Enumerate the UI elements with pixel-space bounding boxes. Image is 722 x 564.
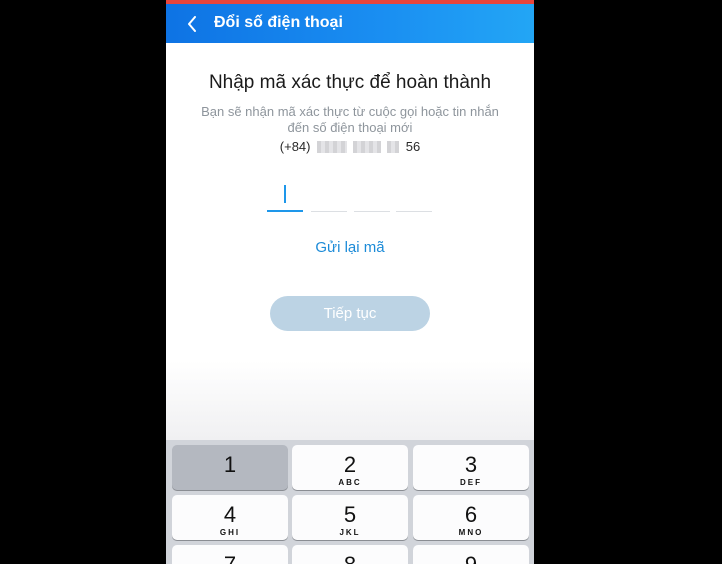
key-9[interactable]: 9: [413, 545, 529, 564]
continue-button[interactable]: Tiếp tục: [270, 296, 430, 331]
key-digit: 2: [343, 452, 357, 477]
key-digit: 3: [464, 452, 478, 477]
key-5[interactable]: 5 JKL: [292, 495, 408, 540]
key-digit: 8: [292, 545, 408, 564]
phone-prefix: (+84): [279, 139, 311, 155]
app-header: Đổi số điện thoại: [166, 4, 534, 43]
otp-cell-4[interactable]: [396, 181, 432, 212]
phone-suffix: 56: [405, 139, 421, 155]
numeric-keyboard: 1 2 ABC 3 DEF 4 GHI 5 JKL 6 MNO 7 8: [166, 440, 534, 564]
verification-content: Nhập mã xác thực để hoàn thành Bạn sẽ nh…: [166, 43, 534, 440]
key-letters: [172, 477, 288, 478]
key-1[interactable]: 1: [172, 445, 288, 490]
redacted-block: [353, 140, 382, 153]
otp-cell-1[interactable]: [267, 181, 303, 212]
key-digit: 6: [464, 502, 478, 527]
phone-number: (+84) 56: [166, 138, 534, 154]
verification-title: Nhập mã xác thực để hoàn thành: [208, 72, 492, 93]
key-digit: 1: [223, 452, 237, 477]
key-8[interactable]: 8: [292, 545, 408, 564]
key-letters: DEF: [460, 478, 482, 487]
subtitle-line-2: đến số điện thoại mới: [287, 120, 413, 135]
page-title: Đổi số điện thoại: [214, 14, 343, 31]
otp-input[interactable]: [267, 181, 437, 213]
resend-code-link[interactable]: Gửi lại mã: [166, 239, 534, 256]
redacted-block: [317, 140, 348, 153]
chevron-left-icon: [188, 16, 196, 32]
key-letters: GHI: [219, 528, 241, 537]
key-letters: JKL: [339, 528, 361, 537]
phone-screen: Đổi số điện thoại Nhập mã xác thực để ho…: [166, 0, 534, 564]
redacted-block: [387, 140, 400, 153]
key-digit: 7: [172, 545, 288, 564]
key-letters: ABC: [338, 478, 362, 487]
subtitle-line-1: Bạn sẽ nhận mã xác thực từ cuộc gọi hoặc…: [201, 104, 499, 119]
key-4[interactable]: 4 GHI: [172, 495, 288, 540]
text-caret: [284, 185, 286, 203]
back-button[interactable]: [180, 10, 204, 38]
verification-subtitle: Bạn sẽ nhận mã xác thực từ cuộc gọi hoặc…: [180, 104, 520, 136]
key-digit: 4: [223, 502, 237, 527]
key-digit: 9: [413, 545, 529, 564]
key-letters: MNO: [458, 528, 484, 537]
otp-cell-2[interactable]: [311, 181, 347, 212]
key-3[interactable]: 3 DEF: [413, 445, 529, 490]
key-digit: 5: [343, 502, 357, 527]
key-6[interactable]: 6 MNO: [413, 495, 529, 540]
key-2[interactable]: 2 ABC: [292, 445, 408, 490]
otp-cell-3[interactable]: [354, 181, 390, 212]
key-7[interactable]: 7: [172, 545, 288, 564]
